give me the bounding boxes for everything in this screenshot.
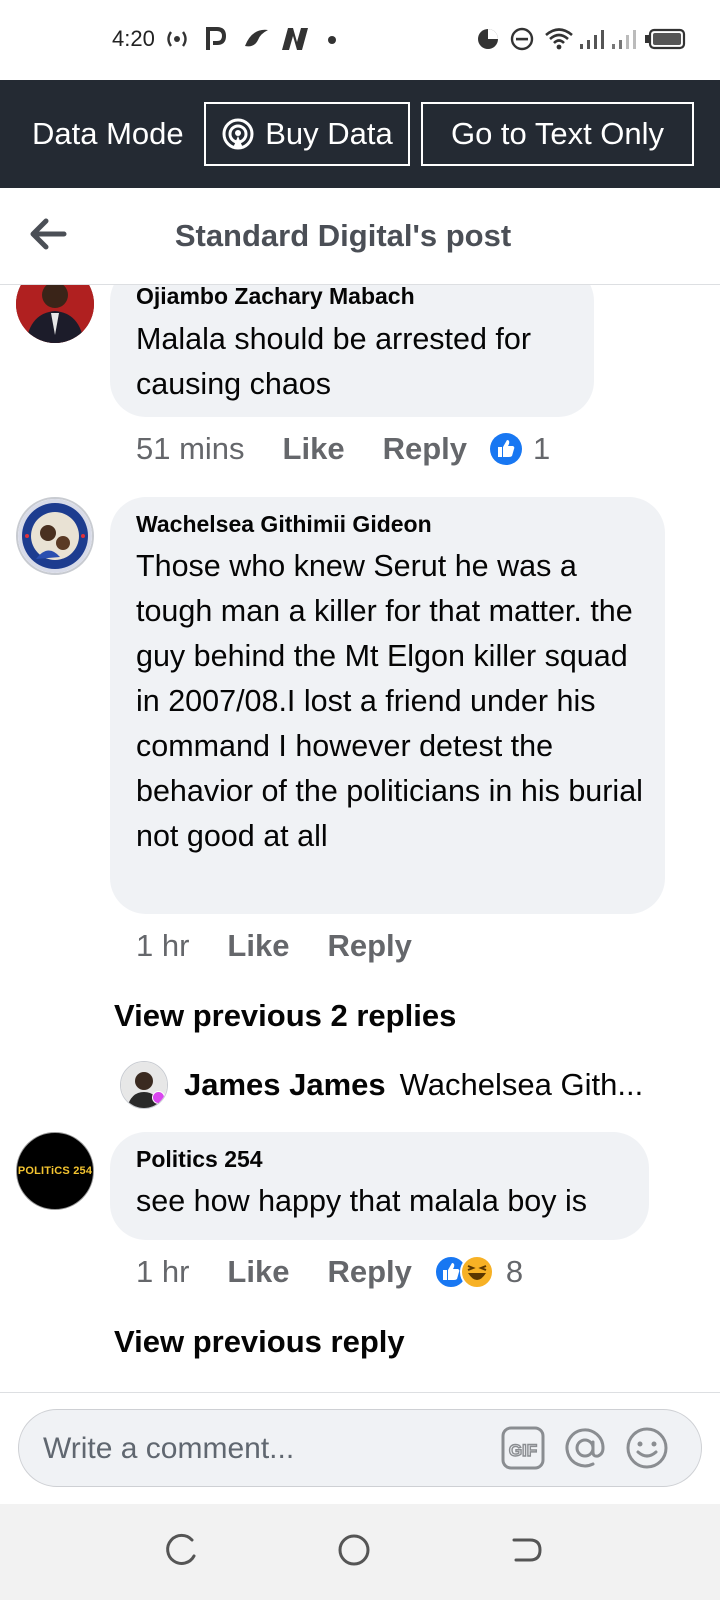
avatar[interactable] xyxy=(16,285,94,343)
do-not-disturb-icon xyxy=(510,27,534,51)
chelsea-badge-photo xyxy=(18,499,92,573)
like-button[interactable]: Like xyxy=(227,1254,289,1290)
comment-bubble[interactable]: Wachelsea Githimii Gideon Those who knew… xyxy=(110,497,665,914)
view-previous-reply-link[interactable]: View previous reply xyxy=(114,1324,405,1360)
comment-bubble[interactable]: Politics 254 see how happy that malala b… xyxy=(110,1132,649,1240)
avatar[interactable]: POLITiCS 254 xyxy=(16,1132,94,1210)
reply-button[interactable]: Reply xyxy=(327,1254,411,1290)
gif-icon[interactable]: GIF xyxy=(501,1426,545,1470)
avatar[interactable] xyxy=(16,497,94,575)
comment-time[interactable]: 1 hr xyxy=(136,1254,189,1290)
more-notifications-dot-icon xyxy=(328,36,336,44)
reply-preview[interactable]: James James Wachelsea Gith... xyxy=(120,1061,643,1109)
system-nav-bar xyxy=(0,1504,720,1600)
reply-author[interactable]: James James xyxy=(184,1067,386,1103)
comment-author[interactable]: Politics 254 xyxy=(136,1146,623,1173)
at-mention-icon[interactable] xyxy=(563,1426,607,1470)
comments-feed[interactable]: Ojiambo Zachary Mabach Malala should be … xyxy=(0,285,720,1392)
like-button[interactable]: Like xyxy=(227,928,289,964)
reply-button[interactable]: Reply xyxy=(383,431,467,467)
comment-author[interactable]: Ojiambo Zachary Mabach xyxy=(136,285,415,310)
comment-bubble[interactable]: Ojiambo Zachary Mabach Malala should be … xyxy=(110,285,594,417)
signal-icon xyxy=(580,30,604,49)
avatar-frame-badge-icon xyxy=(152,1091,165,1104)
reaction-count[interactable]: 1 xyxy=(533,431,550,467)
battery-icon xyxy=(645,28,686,50)
politics-254-logo: POLITiCS 254 xyxy=(17,1165,93,1177)
comment-text: Malala should be arrested for causing ch… xyxy=(136,322,532,401)
reaction-icons[interactable] xyxy=(433,1255,496,1289)
recent-apps-icon[interactable] xyxy=(164,1532,200,1568)
back-nav-icon[interactable] xyxy=(508,1532,544,1568)
post-header: Standard Digital's post xyxy=(0,188,720,285)
data-saver-icon xyxy=(478,29,498,49)
comment-author[interactable]: Wachelsea Githimii Gideon xyxy=(136,511,639,538)
buy-data-label: Buy Data xyxy=(265,116,393,151)
comment-time[interactable]: 1 hr xyxy=(136,928,189,964)
data-mode-label: Data Mode xyxy=(32,116,184,151)
broadcast-icon xyxy=(222,118,254,150)
svg-text:GIF: GIF xyxy=(509,1441,537,1460)
app-notification-icon xyxy=(245,29,268,47)
like-button[interactable]: Like xyxy=(283,431,345,467)
like-reaction-icon[interactable] xyxy=(489,432,523,466)
comment-time[interactable]: 51 mins xyxy=(136,431,245,467)
status-bar: 4:20 xyxy=(0,0,720,80)
comment-text: see how happy that malala boy is xyxy=(136,1184,587,1218)
wifi-icon xyxy=(545,28,573,50)
emoji-icon[interactable] xyxy=(625,1426,669,1470)
text-only-label: Go to Text Only xyxy=(450,116,665,151)
page-title: Standard Digital's post xyxy=(174,218,512,253)
comment-text: Those who knew Serut he was a tough man … xyxy=(136,549,643,853)
home-icon[interactable] xyxy=(336,1532,372,1568)
reply-button[interactable]: Reply xyxy=(327,928,411,964)
comment-input[interactable] xyxy=(41,1424,505,1474)
comment-composer[interactable]: GIF xyxy=(18,1409,702,1487)
haha-reaction-icon xyxy=(459,1255,494,1289)
comment-composer-bar: GIF xyxy=(0,1392,720,1505)
n-app-icon xyxy=(282,28,308,50)
status-time: 4:20 xyxy=(112,26,155,51)
go-to-text-only-button[interactable]: Go to Text Only xyxy=(421,102,694,166)
data-mode-bar: Data Mode Buy Data Go to Text Only xyxy=(0,80,720,188)
reply-snippet[interactable]: Wachelsea Gith... xyxy=(400,1067,644,1103)
view-previous-replies-link[interactable]: View previous 2 replies xyxy=(114,998,456,1034)
buy-data-button[interactable]: Buy Data xyxy=(204,102,410,166)
hotspot-icon xyxy=(167,31,187,47)
comment-actions: 1 hr Like Reply 8 xyxy=(136,1254,523,1290)
reaction-count[interactable]: 8 xyxy=(506,1254,523,1290)
reply-avatar[interactable] xyxy=(120,1061,168,1109)
profile-photo xyxy=(16,285,94,343)
p-app-icon xyxy=(206,27,227,50)
signal-2-icon xyxy=(612,30,636,49)
comment-actions: 51 mins Like Reply 1 xyxy=(136,431,550,467)
comment-actions: 1 hr Like Reply xyxy=(136,928,412,964)
